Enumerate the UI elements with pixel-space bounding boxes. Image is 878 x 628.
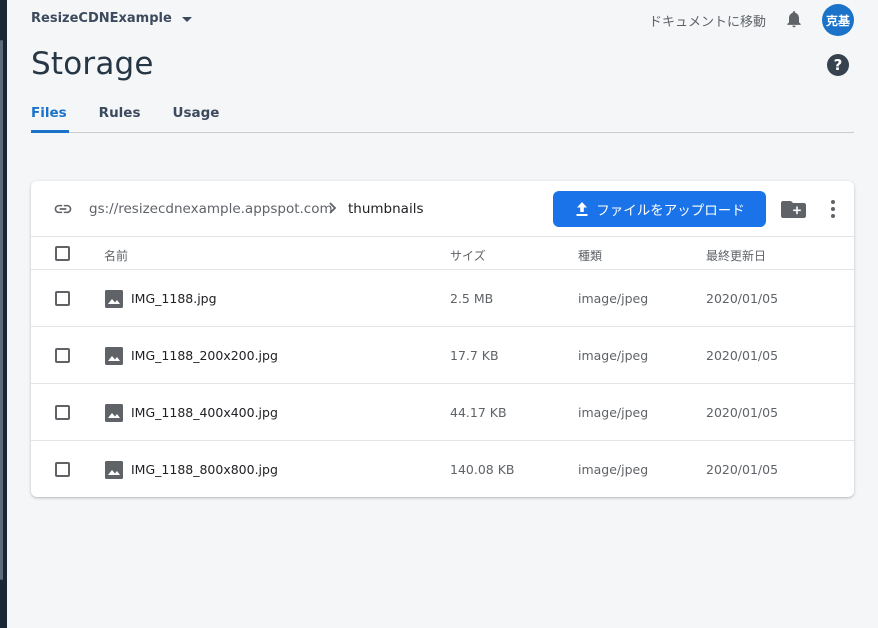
table-header: 名前 サイズ 種類 最終更新日 — [31, 237, 854, 270]
file-size: 17.7 KB — [450, 348, 499, 363]
file-type: image/jpeg — [578, 291, 649, 306]
file-modified: 2020/01/05 — [706, 291, 779, 306]
project-name: ResizeCDNExample — [31, 11, 172, 26]
file-type: image/jpeg — [578, 462, 649, 477]
tab-usage[interactable]: Usage — [173, 96, 220, 132]
table-row[interactable]: IMG_1188_200x200.jpg 17.7 KB image/jpeg … — [31, 327, 854, 384]
tab-bar: Files Rules Usage — [31, 96, 854, 133]
image-icon — [105, 290, 123, 308]
file-modified: 2020/01/05 — [706, 348, 779, 363]
more-vert-icon[interactable] — [827, 197, 839, 221]
chevron-down-icon — [181, 17, 192, 22]
column-header-name[interactable]: 名前 — [104, 247, 128, 264]
file-size: 140.08 KB — [450, 462, 515, 477]
file-name[interactable]: IMG_1188_200x200.jpg — [131, 348, 278, 363]
file-name[interactable]: IMG_1188_800x800.jpg — [131, 462, 278, 477]
help-icon[interactable]: ? — [827, 54, 849, 76]
left-nav-rail — [0, 0, 7, 628]
tab-rules[interactable]: Rules — [99, 96, 141, 132]
link-icon[interactable] — [51, 199, 75, 219]
table-row[interactable]: IMG_1188.jpg 2.5 MB image/jpeg 2020/01/0… — [31, 270, 854, 327]
file-modified: 2020/01/05 — [706, 405, 779, 420]
project-selector[interactable]: ResizeCDNExample — [31, 11, 192, 26]
image-icon — [105, 461, 123, 479]
bell-icon[interactable] — [784, 9, 804, 29]
file-name[interactable]: IMG_1188_400x400.jpg — [131, 405, 278, 420]
row-checkbox[interactable] — [55, 291, 70, 306]
select-all-checkbox[interactable] — [55, 246, 70, 261]
avatar[interactable]: 克基 — [822, 4, 854, 36]
upload-icon — [576, 202, 588, 216]
add-folder-icon[interactable] — [781, 197, 807, 221]
file-type: image/jpeg — [578, 405, 649, 420]
image-icon — [105, 347, 123, 365]
file-browser-toolbar: gs://resizecdnexample.appspot.com thumbn… — [31, 181, 854, 237]
tab-files[interactable]: Files — [31, 96, 69, 133]
upload-file-button[interactable]: ファイルをアップロード — [553, 191, 766, 227]
page-title: Storage — [31, 46, 154, 82]
file-size: 44.17 KB — [450, 405, 507, 420]
column-header-modified[interactable]: 最終更新日 — [706, 247, 766, 264]
file-size: 2.5 MB — [450, 291, 494, 306]
file-browser-card: gs://resizecdnexample.appspot.com thumbn… — [31, 181, 854, 497]
file-modified: 2020/01/05 — [706, 462, 779, 477]
left-nav-scrollbar[interactable] — [0, 40, 3, 580]
row-checkbox[interactable] — [55, 348, 70, 363]
image-icon — [105, 404, 123, 422]
file-name[interactable]: IMG_1188.jpg — [131, 291, 217, 306]
table-row[interactable]: IMG_1188_800x800.jpg 140.08 KB image/jpe… — [31, 441, 854, 497]
top-bar: ResizeCDNExample ドキュメントに移動 克基 — [7, 0, 878, 40]
column-header-size[interactable]: サイズ — [450, 247, 486, 264]
breadcrumb-current-folder: thumbnails — [348, 201, 424, 217]
table-row[interactable]: IMG_1188_400x400.jpg 44.17 KB image/jpeg… — [31, 384, 854, 441]
column-header-type[interactable]: 種類 — [578, 247, 602, 264]
file-type: image/jpeg — [578, 348, 649, 363]
row-checkbox[interactable] — [55, 462, 70, 477]
upload-file-label: ファイルをアップロード — [596, 203, 745, 219]
go-to-docs-link[interactable]: ドキュメントに移動 — [649, 11, 766, 30]
breadcrumb-bucket[interactable]: gs://resizecdnexample.appspot.com — [89, 201, 333, 217]
row-checkbox[interactable] — [55, 405, 70, 420]
chevron-right-icon — [329, 202, 337, 214]
